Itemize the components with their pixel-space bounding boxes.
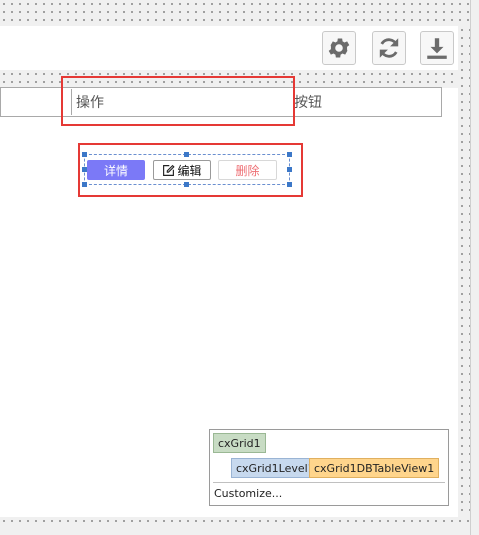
customize-link[interactable]: Customize... <box>214 487 282 500</box>
design-surface-dots-bottom <box>0 517 470 527</box>
header-highlight-box <box>61 76 295 126</box>
popup-divider <box>213 482 445 483</box>
right-divider <box>470 0 471 535</box>
refresh-icon <box>379 38 399 58</box>
refresh-button[interactable] <box>372 31 406 65</box>
design-surface-dots-top <box>0 0 470 26</box>
column-header-button[interactable]: 按钮 <box>294 92 322 112</box>
design-surface-dots-right <box>458 26 470 526</box>
grid-component-chip[interactable]: cxGrid1 <box>213 433 266 453</box>
download-button[interactable] <box>420 31 454 65</box>
buttons-highlight-box <box>78 143 303 197</box>
component-popup: cxGrid1 cxGrid1Level1 cxGrid1DBTableView… <box>209 429 449 506</box>
level-component-chip[interactable]: cxGrid1Level1 <box>231 458 320 478</box>
view-component-chip[interactable]: cxGrid1DBTableView1 <box>309 458 440 478</box>
settings-button[interactable] <box>322 31 356 65</box>
gear-icon <box>328 38 350 58</box>
download-icon <box>427 38 447 59</box>
